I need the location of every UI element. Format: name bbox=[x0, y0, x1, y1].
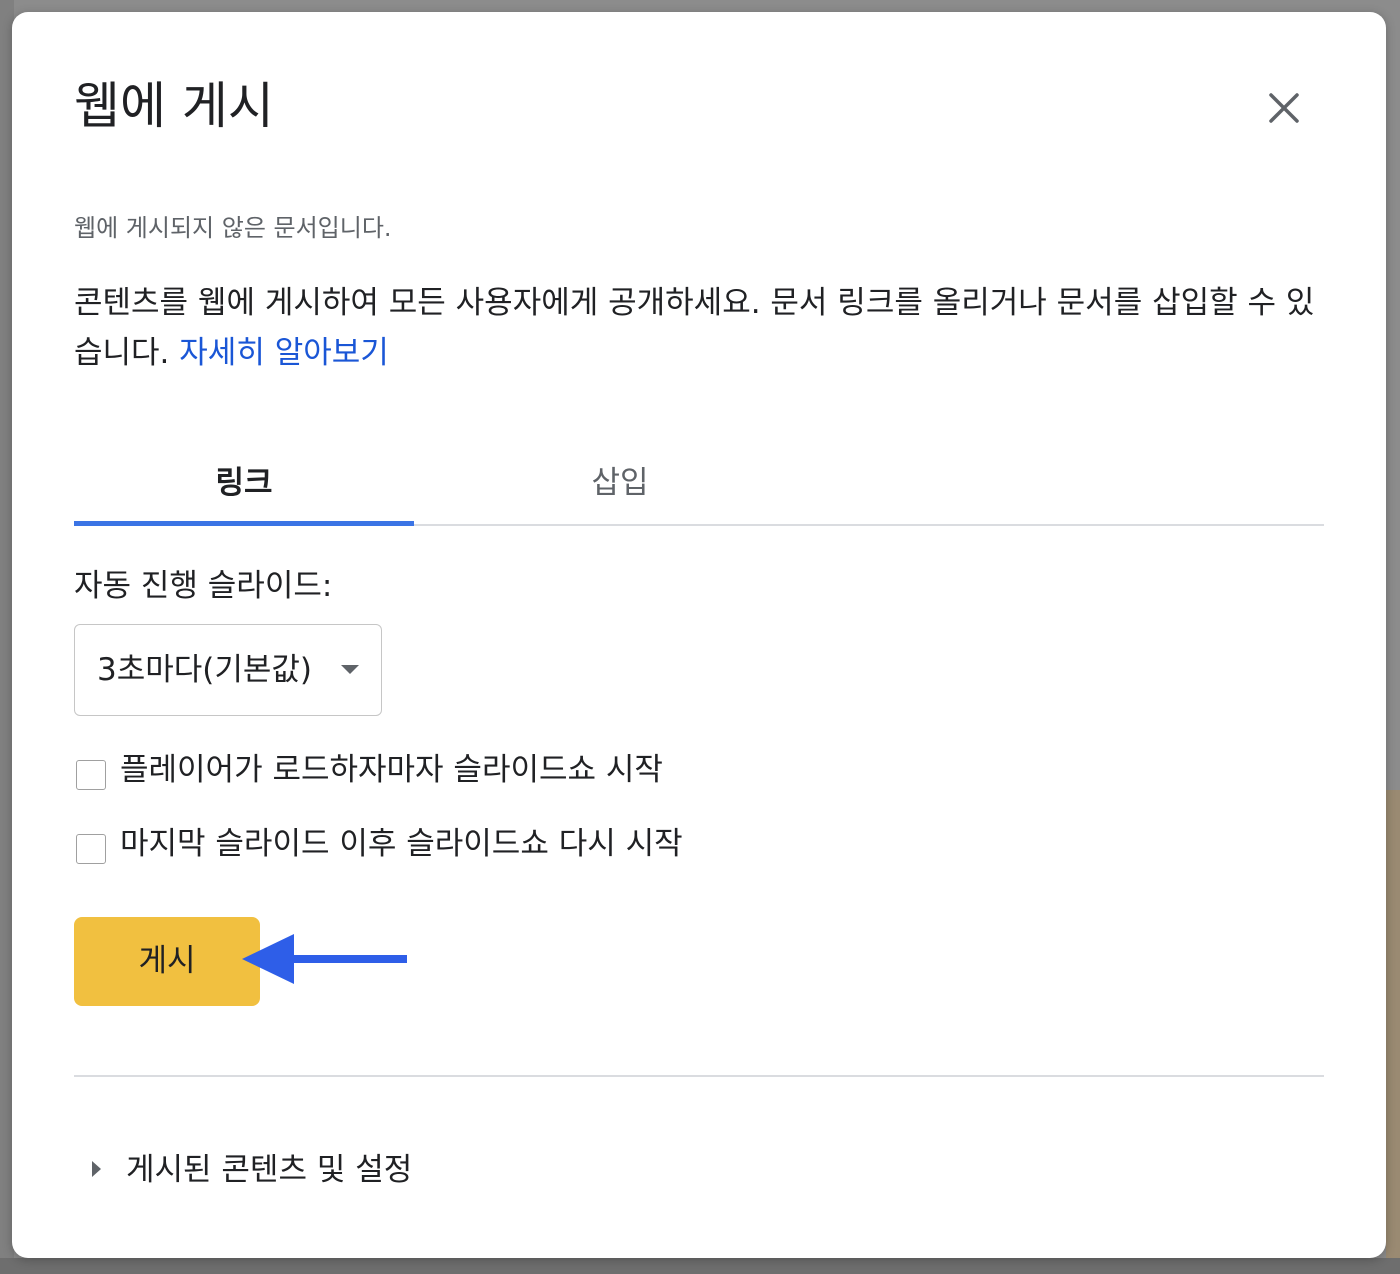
annotation-arrow-icon bbox=[242, 934, 407, 984]
close-button[interactable] bbox=[1260, 84, 1308, 132]
tab-link[interactable]: 링크 bbox=[74, 442, 414, 526]
tab-bar: 링크 삽입 bbox=[74, 442, 1324, 526]
tab-embed-label: 삽입 bbox=[591, 465, 649, 501]
auto-advance-label: 자동 진행 슬라이드: bbox=[74, 568, 333, 604]
section-divider bbox=[74, 1075, 1324, 1077]
active-tab-indicator bbox=[74, 521, 414, 526]
publish-status-text: 웹에 게시되지 않은 문서입니다. bbox=[74, 214, 392, 242]
publish-button[interactable]: 게시 bbox=[74, 917, 260, 1006]
dialog-description: 콘텐츠를 웹에 게시하여 모든 사용자에게 공개하세요. 문서 링크를 올리거나… bbox=[74, 278, 1324, 378]
start-on-load-label: 플레이어가 로드하자마자 슬라이드쇼 시작 bbox=[120, 752, 663, 788]
restart-after-last-label: 마지막 슬라이드 이후 슬라이드쇼 다시 시작 bbox=[120, 826, 683, 862]
auto-advance-selected-value: 3초마다(기본값) bbox=[97, 652, 313, 688]
expand-arrow-icon bbox=[92, 1161, 101, 1177]
close-icon bbox=[1269, 93, 1299, 123]
publish-to-web-dialog: 웹에 게시 웹에 게시되지 않은 문서입니다. 콘텐츠를 웹에 게시하여 모든 … bbox=[12, 12, 1386, 1258]
published-settings-label: 게시된 콘텐츠 및 설정 bbox=[126, 1152, 413, 1188]
auto-advance-select[interactable]: 3초마다(기본값) bbox=[74, 624, 382, 716]
tab-link-label: 링크 bbox=[215, 465, 273, 501]
learn-more-link[interactable]: 자세히 알아보기 bbox=[179, 335, 389, 371]
tab-embed[interactable]: 삽입 bbox=[450, 442, 790, 524]
restart-after-last-checkbox[interactable] bbox=[76, 834, 106, 864]
background-bottom bbox=[0, 1258, 1400, 1274]
background-image bbox=[1386, 790, 1400, 1274]
start-on-load-checkbox[interactable] bbox=[76, 760, 106, 790]
dropdown-arrow-icon bbox=[341, 665, 359, 674]
dialog-title: 웹에 게시 bbox=[74, 77, 274, 135]
